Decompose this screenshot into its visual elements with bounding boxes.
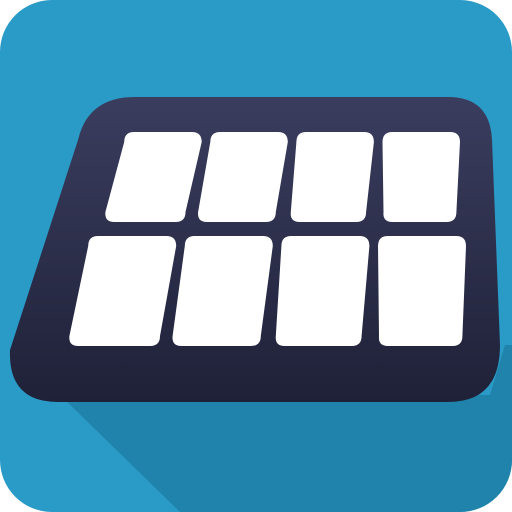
solar-panel-icon: [0, 0, 512, 512]
solar-cell: [275, 236, 370, 346]
app-icon: [0, 0, 512, 512]
solar-cell: [172, 236, 273, 346]
solar-cell: [382, 132, 460, 222]
solar-cell: [290, 132, 374, 222]
solar-cell: [378, 236, 466, 346]
solar-cell: [198, 132, 288, 222]
